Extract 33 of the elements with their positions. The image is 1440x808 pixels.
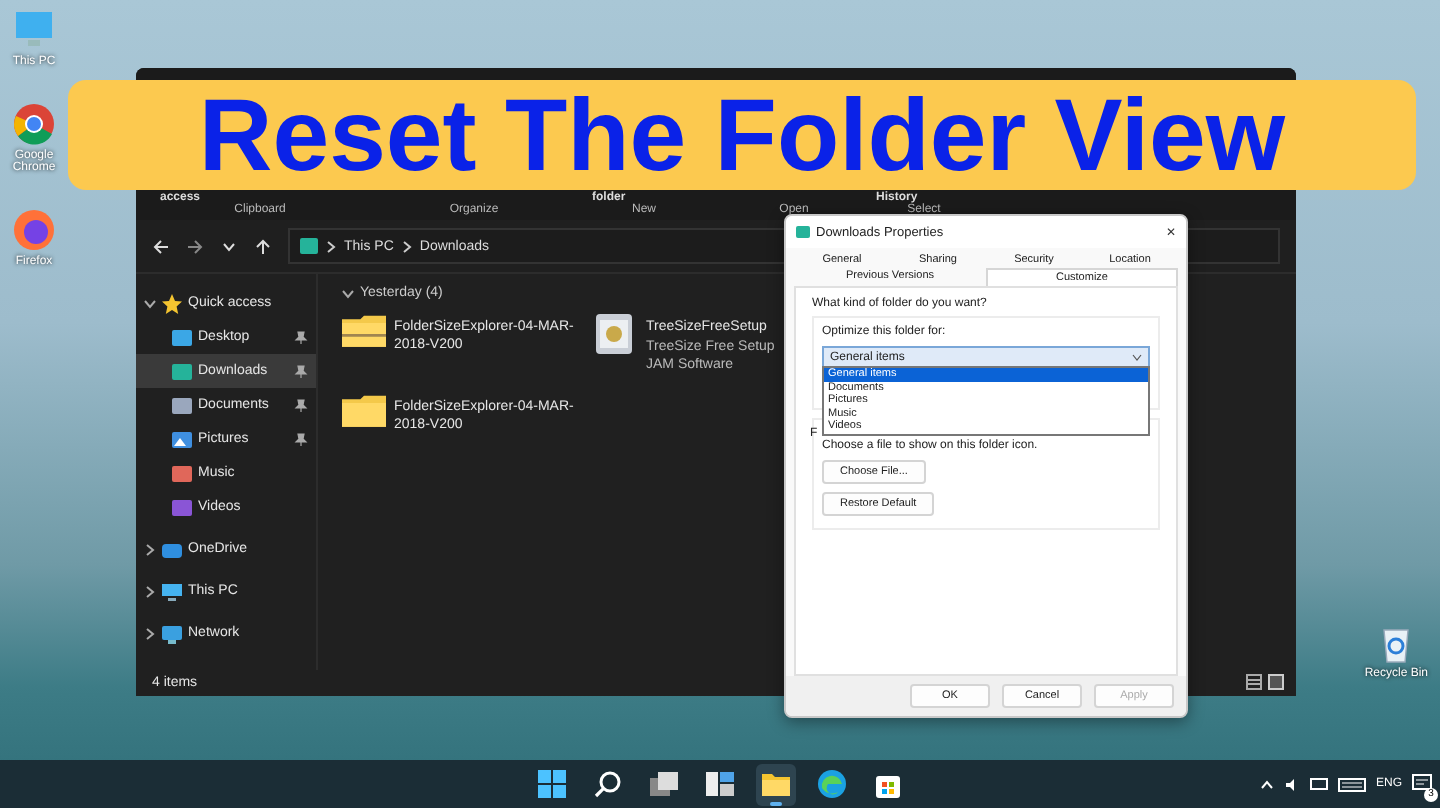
tiles-view-icon[interactable] xyxy=(1268,674,1284,690)
task-view-icon[interactable] xyxy=(648,767,680,799)
folder-icon xyxy=(796,226,810,238)
speaker-icon[interactable] xyxy=(1283,777,1300,791)
forward-arrow-icon[interactable] xyxy=(186,237,204,255)
star-icon xyxy=(162,293,182,313)
chevron-right-icon[interactable] xyxy=(144,543,156,555)
start-icon[interactable] xyxy=(536,767,568,799)
up-arrow-icon[interactable] xyxy=(254,237,272,255)
chevron-right-icon[interactable] xyxy=(144,627,156,639)
firefox-icon[interactable] xyxy=(12,207,56,252)
back-arrow-icon[interactable] xyxy=(152,237,170,255)
monitor-icon xyxy=(162,581,182,601)
chevron-down-icon[interactable] xyxy=(1132,353,1142,361)
chrome-icon[interactable] xyxy=(12,101,56,146)
search-icon[interactable] xyxy=(592,767,624,799)
chevron-down-icon[interactable] xyxy=(144,297,156,309)
notification-icon[interactable] xyxy=(1412,773,1432,791)
chevron-right-icon[interactable] xyxy=(144,585,156,597)
chevron-right-icon xyxy=(401,239,412,253)
edge-icon[interactable] xyxy=(816,767,848,799)
monitor-icon[interactable] xyxy=(1309,777,1328,791)
chevron-right-icon xyxy=(326,239,336,253)
details-view-icon[interactable] xyxy=(1246,674,1262,690)
folder-icon xyxy=(300,238,318,254)
installer-icon[interactable] xyxy=(590,312,638,356)
widgets-icon[interactable] xyxy=(704,767,736,799)
keyboard-icon[interactable] xyxy=(1337,777,1366,791)
recycle-bin-icon[interactable] xyxy=(1380,624,1413,664)
folder-icon xyxy=(172,429,192,449)
chevron-down-icon[interactable] xyxy=(342,287,354,299)
chevron-up-icon[interactable] xyxy=(1259,779,1274,789)
title-banner: Reset The Folder View xyxy=(68,80,1416,190)
